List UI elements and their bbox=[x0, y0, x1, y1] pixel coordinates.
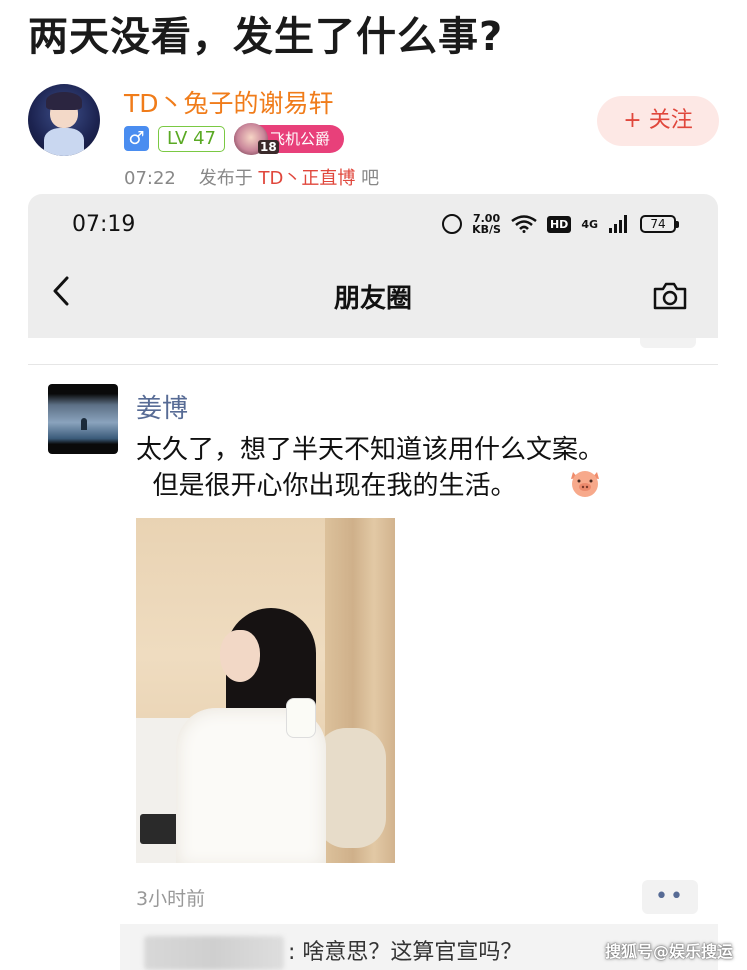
more-options-button[interactable]: •• bbox=[642, 880, 698, 914]
network-type: 4G bbox=[581, 217, 598, 231]
posted-in-label: 发布于 bbox=[198, 168, 253, 189]
post-title: 两天没看，发生了什么事? bbox=[28, 14, 504, 60]
watermark: 搜狐号@娱乐搜运 bbox=[604, 942, 733, 961]
previous-more-button bbox=[640, 338, 696, 348]
alarm-icon bbox=[442, 214, 463, 234]
previous-post-stub bbox=[28, 338, 718, 350]
network-speed: 7.00 KB/S bbox=[472, 213, 501, 235]
embedded-screenshot: 07:19 7.00 KB/S HD 4G 74 朋友圈 姜博 太久了，想了半天… bbox=[28, 194, 718, 970]
moment-text-line2: 但是很开心你出现在我的生活。 bbox=[136, 471, 517, 501]
bar-link[interactable]: TD丶正直博 bbox=[259, 168, 356, 189]
camera-icon[interactable] bbox=[652, 282, 688, 310]
moment-photo[interactable] bbox=[136, 518, 395, 863]
hd-icon: HD bbox=[546, 215, 572, 233]
comment-text: : 啥意思？这算官宣吗？ bbox=[288, 940, 523, 965]
follow-button[interactable]: + 关注 bbox=[597, 96, 719, 146]
bar-suffix: 吧 bbox=[361, 168, 380, 189]
divider bbox=[28, 364, 718, 365]
friend-avatar[interactable] bbox=[48, 384, 118, 454]
badge-level: 18 bbox=[258, 140, 279, 154]
level-badge: LV 47 bbox=[158, 126, 225, 152]
speed-unit: KB/S bbox=[472, 223, 501, 236]
signal-icon bbox=[609, 215, 627, 233]
status-time: 07:19 bbox=[72, 212, 136, 237]
title-badge: 18 飞机公爵 bbox=[234, 123, 344, 155]
author-name[interactable]: TD丶兔子的谢易轩 bbox=[124, 84, 334, 120]
moment-time: 3小时前 bbox=[136, 888, 206, 910]
moments-header: 07:19 7.00 KB/S HD 4G 74 朋友圈 bbox=[28, 194, 718, 338]
blurred-commenter-name bbox=[144, 936, 284, 970]
nav-title: 朋友圈 bbox=[333, 284, 412, 314]
author-avatar[interactable] bbox=[28, 84, 100, 156]
battery-icon: 74 bbox=[640, 215, 679, 233]
status-bar-icons: 7.00 KB/S HD 4G 74 bbox=[442, 210, 679, 238]
pig-emoji-icon bbox=[571, 471, 599, 497]
moment-text-line1: 太久了，想了半天不知道该用什么文案。 bbox=[136, 435, 605, 465]
wifi-icon bbox=[511, 215, 537, 233]
post-time: 07:22 bbox=[124, 168, 176, 189]
post-meta: 07:22 发布于 TD丶正直博 吧 bbox=[124, 164, 379, 190]
friend-name[interactable]: 姜博 bbox=[136, 388, 188, 425]
moment-text: 太久了，想了半天不知道该用什么文案。 但是很开心你出现在我的生活。 bbox=[136, 432, 604, 504]
gender-icon: ♂ bbox=[124, 126, 149, 151]
badge-title: 飞机公爵 bbox=[270, 130, 331, 148]
